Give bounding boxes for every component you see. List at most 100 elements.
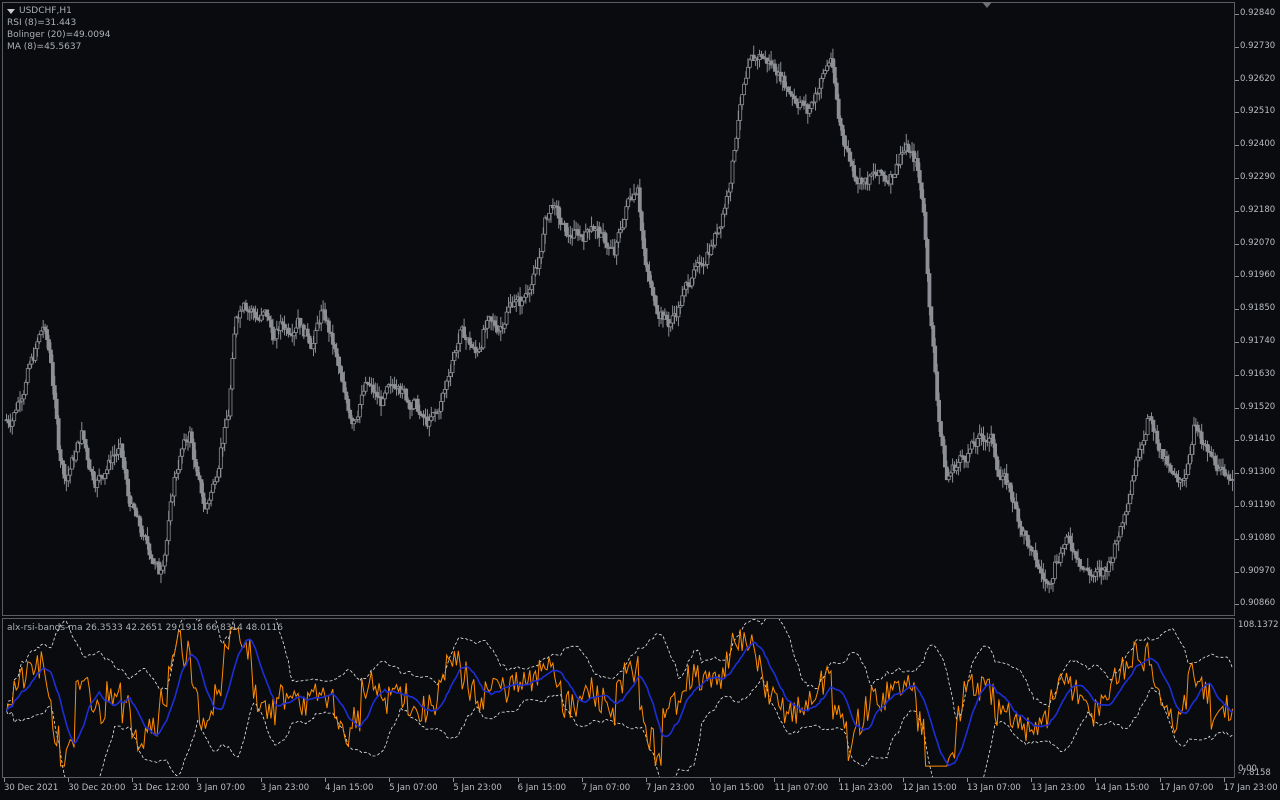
candle — [622, 218, 627, 230]
price-axis-label: 0.92290 — [1240, 172, 1276, 182]
price-axis-label: 0.91410 — [1240, 434, 1276, 445]
candle — [802, 96, 806, 110]
time-axis-label: 10 Jan 15:00 — [710, 783, 765, 793]
price-axis-label: 0.92180 — [1240, 204, 1276, 215]
time-axis-tick — [902, 778, 904, 782]
candle — [958, 450, 963, 472]
price-axis-tick — [1235, 571, 1239, 573]
time-axis-label: 14 Jan 15:00 — [1095, 783, 1150, 793]
candle — [1095, 560, 1100, 581]
time-axis-tick — [325, 778, 326, 782]
candle — [327, 317, 331, 342]
main-chart-panel[interactable]: USDCHF,H1 RSI (8)=31.443 Bolinger (20)=4… — [2, 2, 1235, 616]
time-axis-tick — [517, 778, 519, 782]
candle — [489, 316, 494, 331]
candle — [234, 315, 239, 338]
price-axis-tick — [1235, 440, 1239, 442]
time-axis-tick — [260, 778, 262, 782]
price-axis-tick — [1235, 473, 1239, 475]
candle — [861, 181, 866, 190]
price-axis-label: 0.91190 — [1240, 500, 1276, 510]
candle — [375, 383, 380, 405]
candle — [274, 320, 279, 349]
candle — [228, 384, 233, 420]
indicator-subwindow[interactable]: alx-rsi-bands-ma 26.3533 42.2651 29.1918… — [2, 618, 1235, 778]
indicator-bollinger-label: Bolinger (20)=49.0094 — [7, 30, 111, 40]
time-axis-tick — [1095, 778, 1097, 782]
time-axis-tick — [132, 778, 134, 782]
candle — [1199, 423, 1204, 449]
candle — [819, 76, 824, 99]
time-axis-label: 3 Jan 23:00 — [260, 783, 310, 793]
time-axis-label: 5 Jan 23:00 — [453, 783, 502, 793]
price-axis-label: 0.90970 — [1240, 565, 1276, 576]
time-axis-label: 4 Jan 15:00 — [325, 783, 374, 793]
time-axis-tick — [838, 778, 840, 782]
time-axis-label: 11 Jan 23:00 — [838, 783, 893, 793]
candle — [16, 396, 20, 412]
time-axis-tick — [196, 778, 198, 782]
price-axis-tick — [1235, 14, 1239, 15]
time-axis-label: 30 Dec 20:00 — [68, 783, 126, 793]
candle — [798, 96, 802, 111]
candle — [1141, 430, 1146, 454]
collapse-triangle-icon[interactable] — [7, 8, 15, 14]
time-axis-label: 17 Jan 23:00 — [1223, 783, 1278, 793]
price-axis-label: 0.91740 — [1240, 336, 1276, 346]
candle — [189, 427, 194, 444]
candle — [632, 183, 636, 203]
candle — [282, 315, 287, 336]
candle — [352, 419, 356, 431]
subwindow-axis-top: 108.1372 — [1238, 620, 1279, 630]
candle — [709, 239, 714, 257]
time-axis-label: 7 Jan 23:00 — [646, 783, 695, 793]
price-axis-tick — [1235, 506, 1239, 507]
price-axis-label: 0.92620 — [1240, 73, 1276, 84]
candle — [732, 149, 737, 164]
indicator-ma-label: MA (8)=45.5637 — [7, 42, 82, 52]
subwindow-axis-bottom: -7.8158 — [1238, 768, 1271, 778]
time-axis-tick — [1031, 778, 1033, 782]
candle — [966, 444, 970, 469]
price-axis-label: 0.91520 — [1240, 401, 1276, 412]
time-axis-tick — [68, 778, 70, 782]
candle — [444, 379, 449, 399]
candle — [371, 378, 376, 399]
candle — [56, 415, 61, 454]
price-axis-label: 0.91080 — [1240, 532, 1276, 543]
candle — [473, 340, 478, 359]
time-axis-tick — [4, 778, 5, 782]
candle — [583, 223, 588, 243]
candle — [1110, 557, 1115, 571]
candle — [87, 458, 92, 470]
price-axis-label: 0.92400 — [1240, 139, 1276, 150]
candle — [568, 225, 573, 245]
time-axis-tick — [967, 778, 968, 782]
time-axis-label: 13 Jan 23:00 — [1031, 783, 1086, 793]
price-axis-tick — [1235, 210, 1239, 212]
candle — [1205, 440, 1210, 462]
price-axis-label: 0.90860 — [1240, 598, 1276, 609]
time-axis-tick — [1159, 778, 1161, 782]
chart-shift-marker-icon[interactable] — [982, 2, 992, 8]
candle — [1053, 555, 1057, 582]
price-axis-tick — [1235, 309, 1239, 311]
price-axis-tick — [1235, 407, 1239, 409]
candle — [70, 454, 75, 470]
candle — [614, 240, 619, 265]
price-axis-tick — [1235, 243, 1239, 245]
candlestick-chart[interactable] — [3, 3, 1234, 615]
rsi-bands-ma-plot[interactable] — [3, 619, 1234, 777]
candle — [211, 479, 215, 494]
time-axis-label: 6 Jan 15:00 — [517, 783, 567, 793]
candle — [462, 318, 467, 338]
candle — [552, 201, 557, 216]
time-axis-label: 5 Jan 07:00 — [389, 783, 438, 793]
candle — [238, 305, 243, 328]
candle — [319, 304, 324, 332]
candle — [1151, 419, 1156, 441]
candle — [286, 323, 291, 338]
price-axis-label: 0.92730 — [1240, 40, 1276, 51]
candle — [765, 57, 770, 73]
time-axis-label: 12 Jan 15:00 — [902, 783, 957, 793]
